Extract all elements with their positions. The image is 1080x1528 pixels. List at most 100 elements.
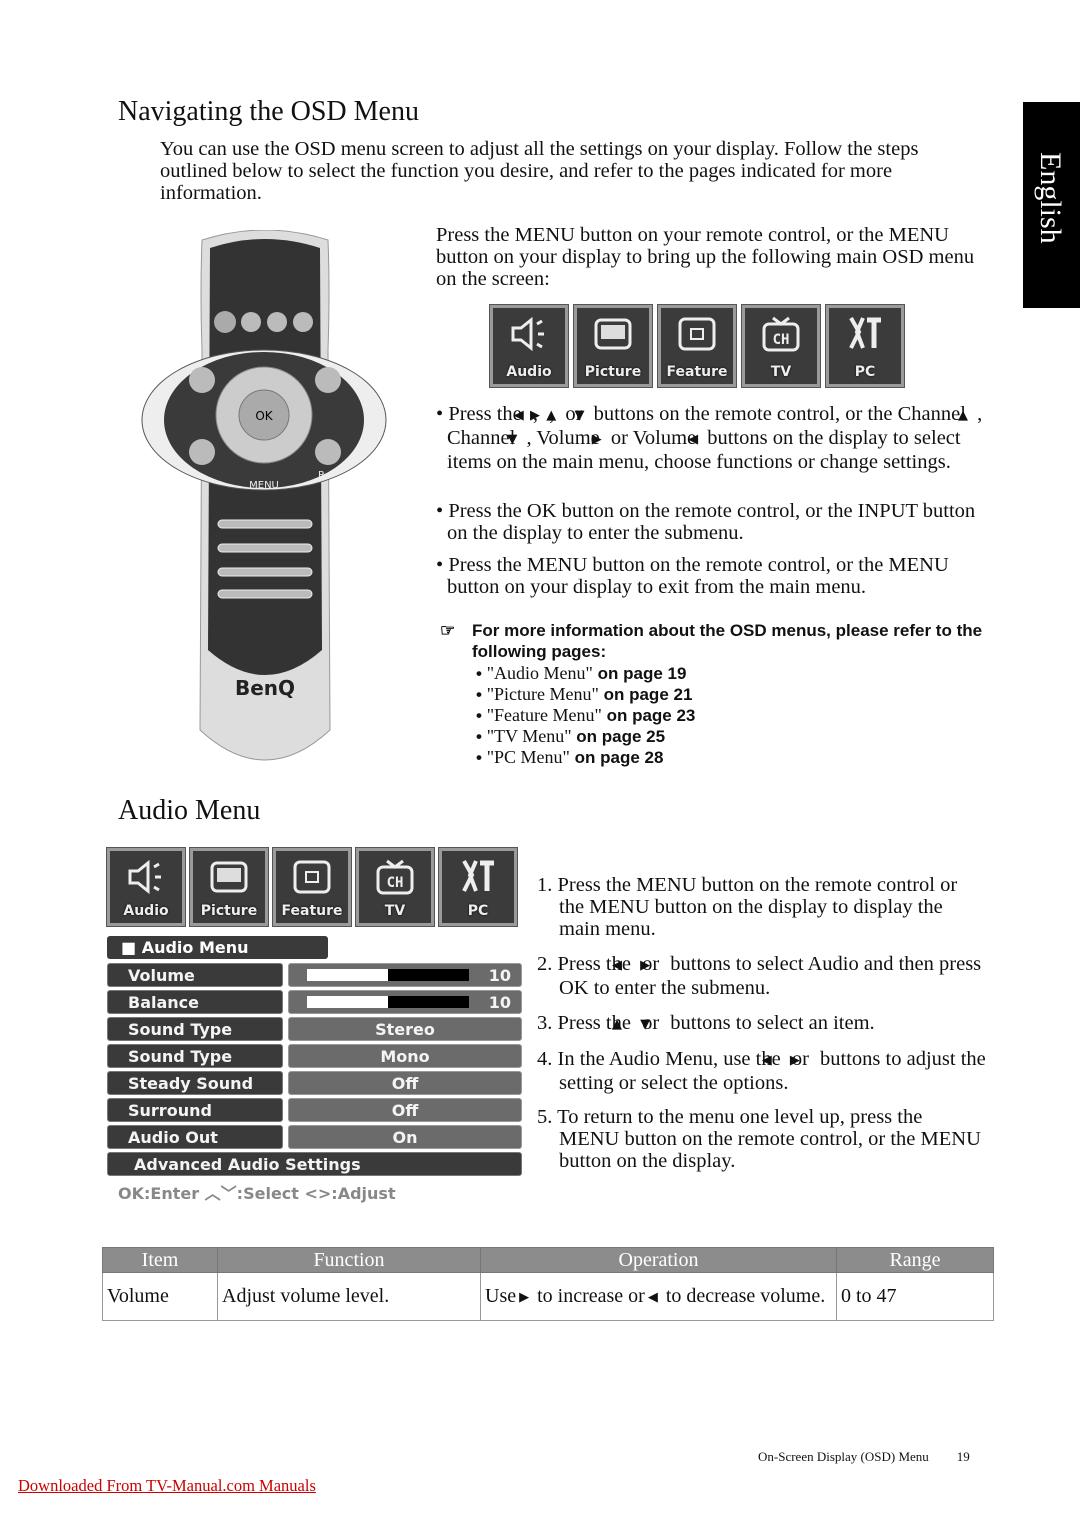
- osd-row-volume[interactable]: Volume 10: [107, 963, 522, 987]
- tile-label: Picture: [200, 903, 258, 919]
- text-segment: , Volume: [521, 427, 600, 449]
- text-segment: buttons on the remote control, or the Ch…: [588, 403, 966, 425]
- tv-ch-icon: CH: [376, 859, 414, 895]
- svg-text:P: P: [318, 470, 324, 481]
- tile-pc[interactable]: PC: [825, 304, 905, 388]
- bullet-item: • Press the MENU button on the remote co…: [436, 554, 992, 598]
- ok-key: OK: [255, 409, 273, 423]
- osd-row-audio-out[interactable]: Audio Out On: [107, 1125, 522, 1149]
- bullet-icon: •: [436, 500, 449, 522]
- picture-icon: [210, 861, 248, 893]
- advanced-audio-settings-row[interactable]: Advanced Audio Settings: [107, 1152, 522, 1176]
- osd-row-surround[interactable]: Surround Off: [107, 1098, 522, 1122]
- feature-icon: [293, 860, 331, 894]
- osd-value: Mono: [288, 1044, 522, 1068]
- arrow-right-icon: ▶: [519, 1289, 530, 1305]
- text-segment: Press the OK button on the remote contro…: [447, 500, 976, 544]
- osd-row-sound-type[interactable]: Sound Type Stereo: [107, 1017, 522, 1041]
- osd-value: Off: [288, 1098, 522, 1122]
- tile-audio[interactable]: Audio: [489, 304, 569, 388]
- osd-value: On: [288, 1125, 522, 1149]
- main-osd-menu: Audio Picture Feature CH TV PC: [489, 304, 905, 388]
- step-item: 2. Press the◀ or▶ buttons to select Audi…: [537, 953, 982, 999]
- page-reference: • "Feature Menu" on page 23: [476, 705, 696, 725]
- page-reference: • "Audio Menu" on page 19: [476, 663, 687, 683]
- tile-pc[interactable]: PC: [438, 847, 518, 927]
- svg-text:CH: CH: [773, 332, 790, 348]
- tile-tv[interactable]: CH TV: [355, 847, 435, 927]
- text-segment: buttons to select an item.: [665, 1012, 875, 1034]
- text-segment: 5. To return to the menu one level up, p…: [537, 1106, 981, 1172]
- press-menu-text: Press the MENU button on your remote con…: [436, 224, 975, 290]
- page-reference: • "PC Menu" on page 28: [476, 747, 664, 767]
- intro-text: You can use the OSD menu screen to adjus…: [160, 138, 919, 204]
- bullet-item: • Press the◀ ,▶ ,▲ or▼ buttons on the re…: [436, 403, 983, 473]
- osd-value: 10: [288, 963, 522, 987]
- tile-feature[interactable]: Feature: [657, 304, 737, 388]
- page-reference: • "TV Menu" on page 25: [476, 726, 666, 746]
- language-tab: English: [1023, 102, 1080, 308]
- pointing-hand-icon: ☞: [440, 621, 456, 640]
- osd-value: 10: [288, 990, 522, 1014]
- arrow-left-icon: ◀: [647, 1289, 658, 1305]
- tile-tv[interactable]: CH TV: [741, 304, 821, 388]
- tile-label: PC: [467, 903, 489, 919]
- volume-table: Item Function Operation Range Volume Adjust …: [102, 1247, 994, 1321]
- osd-row-balance[interactable]: Balance 10: [107, 990, 522, 1014]
- tile-label: Picture: [584, 364, 642, 380]
- tv-ch-icon: CH: [762, 316, 800, 352]
- step-item: 1. Press the MENU button on the remote c…: [537, 874, 987, 940]
- text-segment: 4. In the Audio Menu, use the: [537, 1048, 781, 1070]
- step-item: 3. Press the▲ or▼ buttons to select an i…: [537, 1012, 875, 1034]
- tile-label: PC: [854, 364, 876, 380]
- page-reference: • "Picture Menu" on page 21: [476, 684, 693, 704]
- text-segment: to decrease volume.: [660, 1284, 826, 1307]
- text-segment: Press the MENU button on the remote cont…: [447, 554, 949, 598]
- tile-label: Audio: [123, 903, 169, 919]
- text-segment: Press the: [448, 403, 522, 425]
- remote-control-image: OK MENU P BenQ: [141, 230, 387, 761]
- tile-picture[interactable]: Picture: [189, 847, 269, 927]
- bullet-item: • Press the OK button on the remote cont…: [436, 500, 992, 544]
- tile-picture[interactable]: Picture: [573, 304, 653, 388]
- audio-osd-tiles: Audio Picture Feature CH TV PC: [106, 847, 518, 927]
- footer: On-Screen Display (OSD) Menu 19: [758, 1449, 970, 1464]
- level-slider[interactable]: [307, 996, 469, 1008]
- note-block: ☞ For more information about the OSD menu…: [440, 620, 1000, 768]
- picture-icon: [594, 318, 632, 350]
- step-item: 4. In the Audio Menu, use the◀ or▶ butto…: [537, 1048, 986, 1094]
- tools-icon: [462, 860, 494, 892]
- tile-label: TV: [384, 903, 406, 919]
- benq-logo: BenQ: [235, 676, 295, 700]
- tools-icon: [849, 317, 881, 349]
- osd-value: Stereo: [288, 1017, 522, 1041]
- speaker-icon: [128, 859, 161, 895]
- svg-text:CH: CH: [387, 875, 404, 891]
- page-title: Navigating the OSD Menu: [118, 96, 419, 127]
- level-slider[interactable]: [307, 969, 469, 981]
- feature-icon: [678, 317, 716, 351]
- speaker-icon: [511, 316, 544, 352]
- tile-audio[interactable]: Audio: [106, 847, 186, 927]
- table-row: Volume Adjust volume level. Use ▶ to increa…: [102, 1272, 994, 1321]
- osd-menu-header: ■ Audio Menu: [107, 936, 328, 959]
- text-segment: 1. Press the MENU button on the remote c…: [537, 874, 958, 940]
- tile-label: Feature: [281, 903, 343, 919]
- text-segment: to increase or: [532, 1284, 645, 1307]
- text-segment: or Volume: [605, 427, 697, 449]
- text-segment: Use: [485, 1284, 517, 1307]
- section-title-audio-menu: Audio Menu: [118, 795, 261, 826]
- tile-label: TV: [770, 364, 792, 380]
- svg-text:MENU: MENU: [249, 480, 279, 491]
- osd-help-bar: OK:Enter ︿﹀:Select <>:Adjust: [118, 1184, 396, 1203]
- osd-row-steady-sound[interactable]: Steady Sound Off: [107, 1071, 522, 1095]
- osd-row-sound-type[interactable]: Sound Type Mono: [107, 1044, 522, 1068]
- bullet-icon: •: [436, 403, 449, 425]
- tile-feature[interactable]: Feature: [272, 847, 352, 927]
- step-item: 5. To return to the menu one level up, p…: [537, 1106, 987, 1172]
- download-link[interactable]: Downloaded From TV-Manual.com Manuals: [18, 1476, 316, 1496]
- bullet-icon: •: [436, 554, 449, 576]
- tile-label: Feature: [666, 364, 728, 380]
- osd-value: Off: [288, 1071, 522, 1095]
- tile-label: Audio: [506, 364, 552, 380]
